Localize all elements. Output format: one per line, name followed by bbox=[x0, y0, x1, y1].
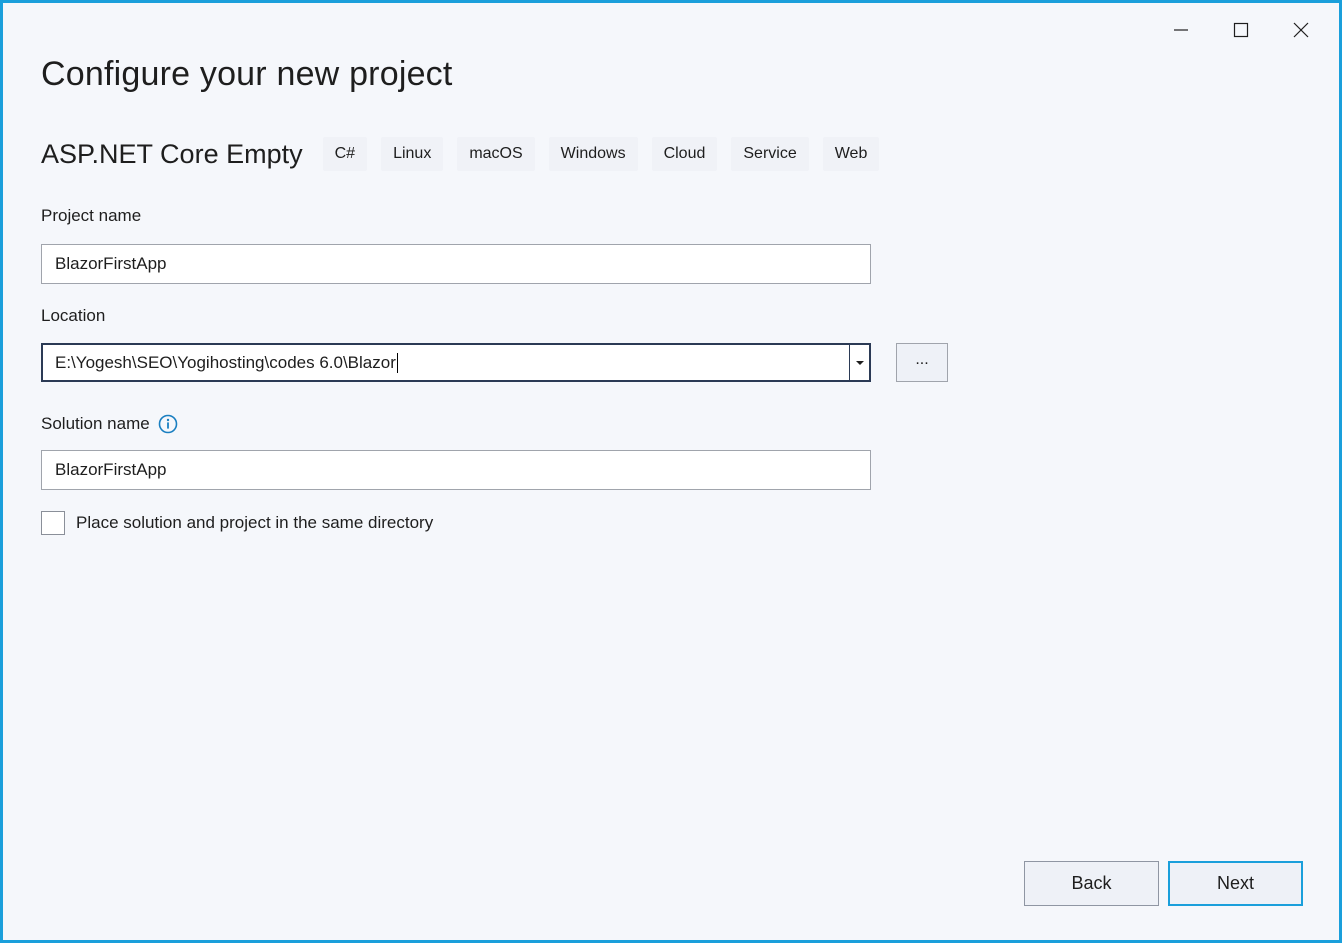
page-title: Configure your new project bbox=[41, 55, 453, 93]
next-button[interactable]: Next bbox=[1168, 861, 1303, 906]
solution-name-label-row: Solution name bbox=[41, 414, 178, 434]
solution-name-input[interactable]: BlazorFirstApp bbox=[41, 450, 871, 490]
solution-name-label: Solution name bbox=[41, 414, 150, 433]
tag-linux: Linux bbox=[381, 137, 444, 171]
project-name-label: Project name bbox=[41, 206, 142, 225]
same-directory-checkbox[interactable] bbox=[41, 511, 65, 535]
template-tags: C# Linux macOS Windows Cloud Service Web bbox=[322, 137, 880, 171]
dialog-window: Configure your new project ASP.NET Core … bbox=[0, 0, 1342, 943]
same-directory-option[interactable]: Place solution and project in the same d… bbox=[41, 511, 433, 535]
same-directory-label: Place solution and project in the same d… bbox=[76, 513, 434, 532]
solution-name-value: BlazorFirstApp bbox=[55, 460, 167, 479]
close-icon bbox=[1293, 22, 1309, 38]
tag-cloud: Cloud bbox=[651, 137, 718, 171]
minimize-button[interactable] bbox=[1151, 13, 1211, 47]
close-button[interactable] bbox=[1271, 13, 1331, 47]
project-name-value: BlazorFirstApp bbox=[55, 254, 167, 273]
chevron-down-icon bbox=[855, 360, 864, 365]
location-dropdown-button[interactable] bbox=[849, 345, 869, 380]
template-summary: ASP.NET Core Empty C# Linux macOS Window… bbox=[41, 137, 880, 171]
tag-service: Service bbox=[731, 137, 809, 171]
back-button[interactable]: Back bbox=[1024, 861, 1159, 906]
maximize-button[interactable] bbox=[1211, 13, 1271, 47]
tag-web: Web bbox=[822, 137, 880, 171]
text-caret bbox=[396, 352, 398, 373]
location-value: E:\Yogesh\SEO\Yogihosting\codes 6.0\Blaz… bbox=[55, 352, 396, 372]
template-name: ASP.NET Core Empty bbox=[41, 138, 303, 169]
browse-button[interactable]: ... bbox=[896, 343, 948, 382]
window-controls bbox=[1151, 13, 1331, 47]
tag-macos: macOS bbox=[457, 137, 535, 171]
maximize-icon bbox=[1233, 22, 1249, 38]
minimize-icon bbox=[1174, 29, 1188, 31]
project-name-input[interactable]: BlazorFirstApp bbox=[41, 244, 871, 284]
tag-windows: Windows bbox=[548, 137, 638, 171]
info-icon[interactable] bbox=[158, 414, 178, 434]
location-label: Location bbox=[41, 306, 106, 325]
location-input[interactable]: E:\Yogesh\SEO\Yogihosting\codes 6.0\Blaz… bbox=[43, 352, 849, 373]
location-combobox[interactable]: E:\Yogesh\SEO\Yogihosting\codes 6.0\Blaz… bbox=[41, 343, 871, 382]
tag-csharp: C# bbox=[322, 137, 368, 171]
